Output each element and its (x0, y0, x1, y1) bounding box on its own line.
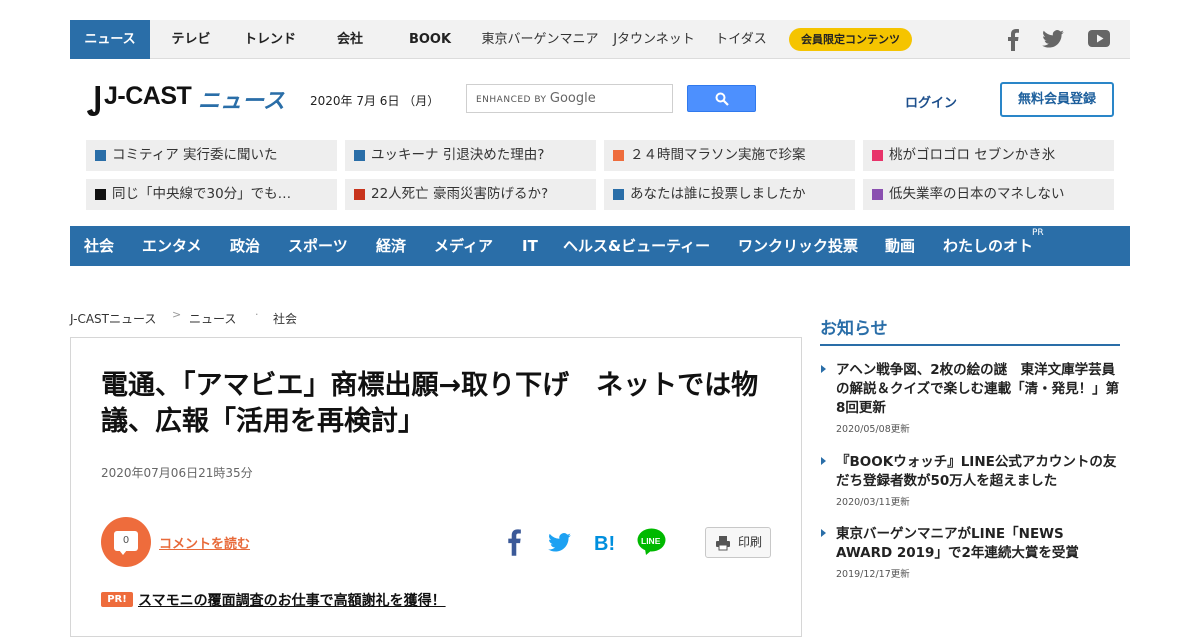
trending-tag-3[interactable]: ２４時間マラソン実施で珍案 (604, 140, 855, 171)
tag-marker (872, 150, 883, 161)
comment-bubble-tail (119, 550, 127, 555)
notice-item-2[interactable]: 『BOOKウォッチ』LINE公式アカウントの友だち登録者数が50万人を超えました… (821, 453, 1121, 508)
trending-tag-5[interactable]: 同じ「中央線で30分」でも… (86, 179, 337, 210)
tag-marker (872, 189, 883, 200)
notice-title[interactable]: 東京バーゲンマニアがLINE「NEWS AWARD 2019」で2年連続大賞を受… (836, 525, 1121, 563)
tag-marker (95, 189, 106, 200)
trending-tag-6[interactable]: 22人死亡 豪雨災害防げるか? (345, 179, 596, 210)
hatena-bookmark-icon[interactable]: B! (594, 532, 618, 552)
logo-main-text: J-CAST (104, 82, 192, 110)
top-nav-item-book[interactable]: BOOK (395, 20, 465, 59)
facebook-icon[interactable] (1006, 29, 1020, 51)
trending-tag-label: ２４時間マラソン実施で珍案 (630, 147, 806, 163)
top-nav-item-jtown[interactable]: Jタウンネット (608, 20, 700, 59)
breadcrumb-separator-icon: > (172, 308, 182, 321)
logo-sub-text: ニュース (198, 89, 285, 114)
read-comments-link[interactable]: コメントを読む (159, 533, 250, 552)
svg-text:B!: B! (594, 533, 615, 552)
notice-item-1[interactable]: アヘン戦争図、2枚の絵の謎 東洋文庫学芸員の解説＆クイズで楽しむ連載「清・発見！… (821, 361, 1121, 435)
triangle-right-icon (821, 529, 826, 537)
pr-ad-link[interactable]: スマモニの覆面調査のお仕事で高額謝礼を獲得！ (138, 590, 446, 610)
trending-tag-2[interactable]: ユッキーナ 引退決めた理由? (345, 140, 596, 171)
breadcrumb-society[interactable]: 社会 (273, 310, 297, 327)
trending-tag-label: 低失業率の日本のマネしない (889, 186, 1065, 202)
sidebar-divider (820, 344, 1120, 346)
category-sports[interactable]: スポーツ (288, 226, 348, 266)
top-nav-item-tv[interactable]: テレビ (156, 20, 226, 59)
trending-tag-label: 桃がゴロゴロ セブンかき氷 (889, 147, 1056, 163)
trending-tag-7[interactable]: あなたは誰に投票しましたか (604, 179, 855, 210)
search-placeholder: ENHANCED BY Google (476, 91, 596, 106)
trending-tag-label: 22人死亡 豪雨災害防げるか? (371, 186, 549, 202)
article-headline: 電通、「アマビエ」商標出願→取り下げ ネットでは物議、広報「活用を再検討」 (101, 370, 759, 437)
tag-marker (354, 189, 365, 200)
notice-title[interactable]: 『BOOKウォッチ』LINE公式アカウントの友だち登録者数が50万人を超えました (836, 453, 1121, 491)
category-health-beauty[interactable]: ヘルス&ビューティー (563, 226, 710, 266)
twitter-share-icon[interactable] (548, 533, 571, 552)
notice-date: 2020/05/08更新 (836, 424, 910, 435)
category-one-click-vote[interactable]: ワンクリック投票 (738, 226, 858, 266)
signup-button[interactable]: 無料会員登録 (1000, 82, 1114, 117)
search-placeholder-brand: Google (549, 91, 596, 106)
breadcrumb-home[interactable]: J-CASTニュース (70, 310, 156, 327)
category-watashi-no-oto[interactable]: わたしのオト (943, 226, 1033, 266)
top-nav-item-bargain[interactable]: 東京バーゲンマニア (477, 20, 603, 59)
pr-badge: PR! (101, 592, 133, 607)
category-nav: 社会 エンタメ 政治 スポーツ 経済 メディア IT ヘルス&ビューティー ワン… (70, 226, 1130, 266)
top-nav-item-toidas[interactable]: トイダス (708, 20, 774, 59)
breadcrumb-news[interactable]: ニュース (189, 310, 236, 327)
triangle-right-icon (821, 457, 826, 465)
search-placeholder-prefix: ENHANCED BY (476, 95, 547, 105)
tag-marker (354, 150, 365, 161)
category-it[interactable]: IT (522, 226, 538, 266)
search-button[interactable] (687, 85, 756, 112)
tag-marker (613, 150, 624, 161)
trending-tag-1[interactable]: コミティア 実行委に聞いた (86, 140, 337, 171)
category-politics[interactable]: 政治 (230, 226, 260, 266)
category-society[interactable]: 社会 (84, 226, 114, 266)
login-link[interactable]: ログイン (905, 92, 957, 111)
facebook-share-icon[interactable] (506, 528, 522, 556)
trending-tag-label: あなたは誰に投票しましたか (630, 186, 806, 202)
print-label: 印刷 (738, 535, 763, 549)
notice-date: 2019/12/17更新 (836, 569, 910, 580)
top-nav: ニュース テレビ トレンド 会社 BOOK 東京バーゲンマニア Jタウンネット … (70, 20, 1130, 59)
tag-marker (613, 189, 624, 200)
category-video[interactable]: 動画 (885, 226, 915, 266)
top-nav-item-company[interactable]: 会社 (315, 20, 385, 59)
trending-tag-4[interactable]: 桃がゴロゴロ セブンかき氷 (863, 140, 1114, 171)
article-published-date: 2020年07月06日21時35分 (101, 466, 253, 480)
svg-text:LINE: LINE (641, 536, 661, 546)
sidebar-title: お知らせ (820, 319, 888, 339)
notice-date: 2020/03/11更新 (836, 497, 910, 508)
notice-title[interactable]: アヘン戦争図、2枚の絵の謎 東洋文庫学芸員の解説＆クイズで楽しむ連載「清・発見！… (836, 361, 1121, 418)
trending-tag-label: 同じ「中央線で30分」でも… (112, 186, 292, 202)
trending-tag-label: コミティア 実行委に聞いた (112, 147, 278, 163)
comment-bubble-icon: 0 (114, 531, 138, 551)
notice-item-3[interactable]: 東京バーゲンマニアがLINE「NEWS AWARD 2019」で2年連続大賞を受… (821, 525, 1121, 580)
trending-tag-8[interactable]: 低失業率の日本のマネしない (863, 179, 1114, 210)
comment-count-button[interactable]: 0 (101, 517, 151, 567)
tag-marker (95, 150, 106, 161)
category-entertainment[interactable]: エンタメ (142, 226, 202, 266)
triangle-right-icon (821, 365, 826, 373)
top-nav-item-trend[interactable]: トレンド (235, 20, 305, 59)
category-media[interactable]: メディア (434, 226, 493, 266)
search-input[interactable]: ENHANCED BY Google (466, 84, 673, 113)
trending-tag-label: ユッキーナ 引退決めた理由? (371, 147, 545, 163)
print-button[interactable]: 印刷 (705, 527, 771, 558)
top-nav-item-news[interactable]: ニュース (70, 20, 150, 59)
breadcrumb-dot-icon: · (255, 308, 259, 321)
member-content-button[interactable]: 会員限定コンテンツ (789, 28, 912, 51)
category-economy[interactable]: 経済 (376, 226, 406, 266)
twitter-icon[interactable] (1042, 30, 1064, 48)
current-date: 2020年 7月 6日 （月） (310, 94, 440, 108)
printer-icon (716, 536, 730, 551)
line-share-icon[interactable]: LINE (637, 528, 666, 556)
search-icon (715, 92, 729, 106)
site-logo[interactable]: J-CAST ニュース (86, 82, 285, 126)
category-pr-label: PR (1032, 228, 1044, 238)
youtube-icon[interactable] (1088, 30, 1110, 47)
